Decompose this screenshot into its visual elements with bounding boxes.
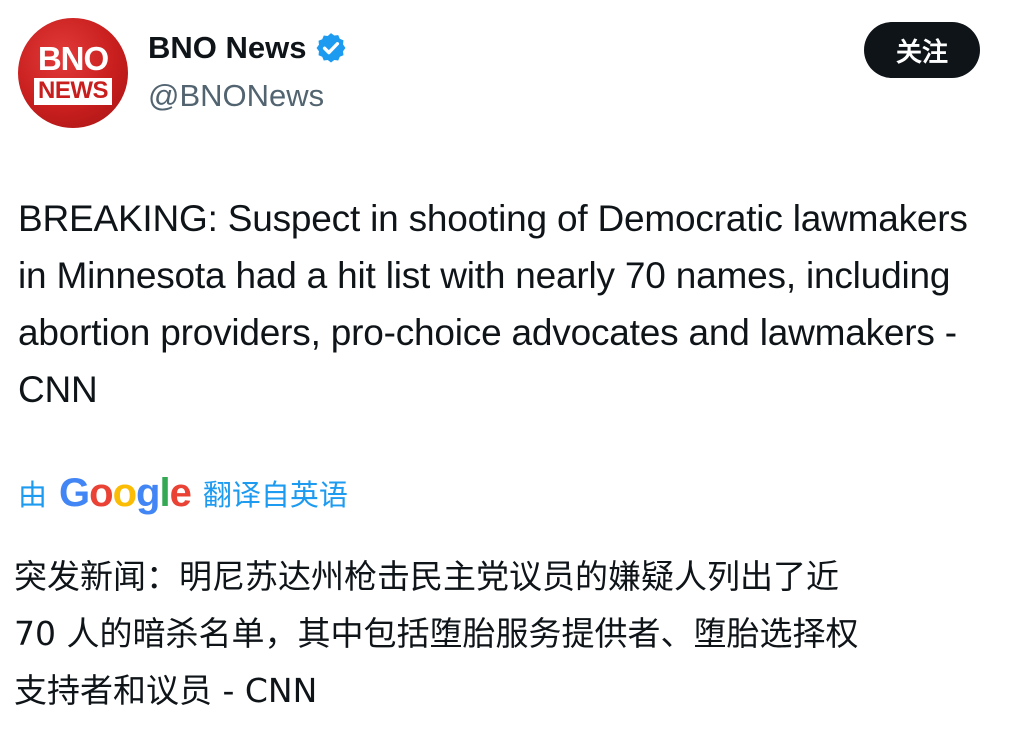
verified-badge-icon bbox=[317, 33, 346, 63]
follow-button[interactable]: 关注 bbox=[864, 22, 980, 78]
avatar-logo-text: BNO bbox=[37, 39, 109, 77]
avatar[interactable]: BNO NEWS bbox=[18, 18, 128, 128]
translated-text-line: 70 人的暗杀名单，其中包括堕胎服务提供者、堕胎选择权 bbox=[14, 614, 859, 653]
avatar-logo-bottom: NEWS bbox=[34, 77, 112, 105]
tweet-card: BNO NEWS BNO News @BNONews 关注 BREAKING: … bbox=[0, 0, 1016, 732]
author-display-name[interactable]: BNO News bbox=[148, 30, 306, 66]
tweet-text: BREAKING: Suspect in shooting of Democra… bbox=[18, 198, 968, 410]
translated-from-label: 翻译自英语 bbox=[202, 478, 348, 512]
translation-attribution[interactable]: 由 Google 翻译自英语 bbox=[18, 472, 348, 514]
translated-by-label: 由 bbox=[18, 478, 48, 512]
author-handle[interactable]: @BNONews bbox=[148, 78, 324, 114]
translated-text-line: 突发新闻：明尼苏达州枪击民主党议员的嫌疑人列出了近 bbox=[14, 557, 839, 596]
author-name-row: BNO News bbox=[148, 30, 348, 66]
translated-text: 突发新闻：明尼苏达州枪击民主党议员的嫌疑人列出了近 70 人的暗杀名单，其中包括… bbox=[14, 548, 1004, 719]
avatar-logo-top: BNO bbox=[37, 39, 109, 77]
google-logo: Google bbox=[59, 471, 192, 515]
translated-text-line: 支持者和议员 - CNN bbox=[14, 671, 318, 710]
